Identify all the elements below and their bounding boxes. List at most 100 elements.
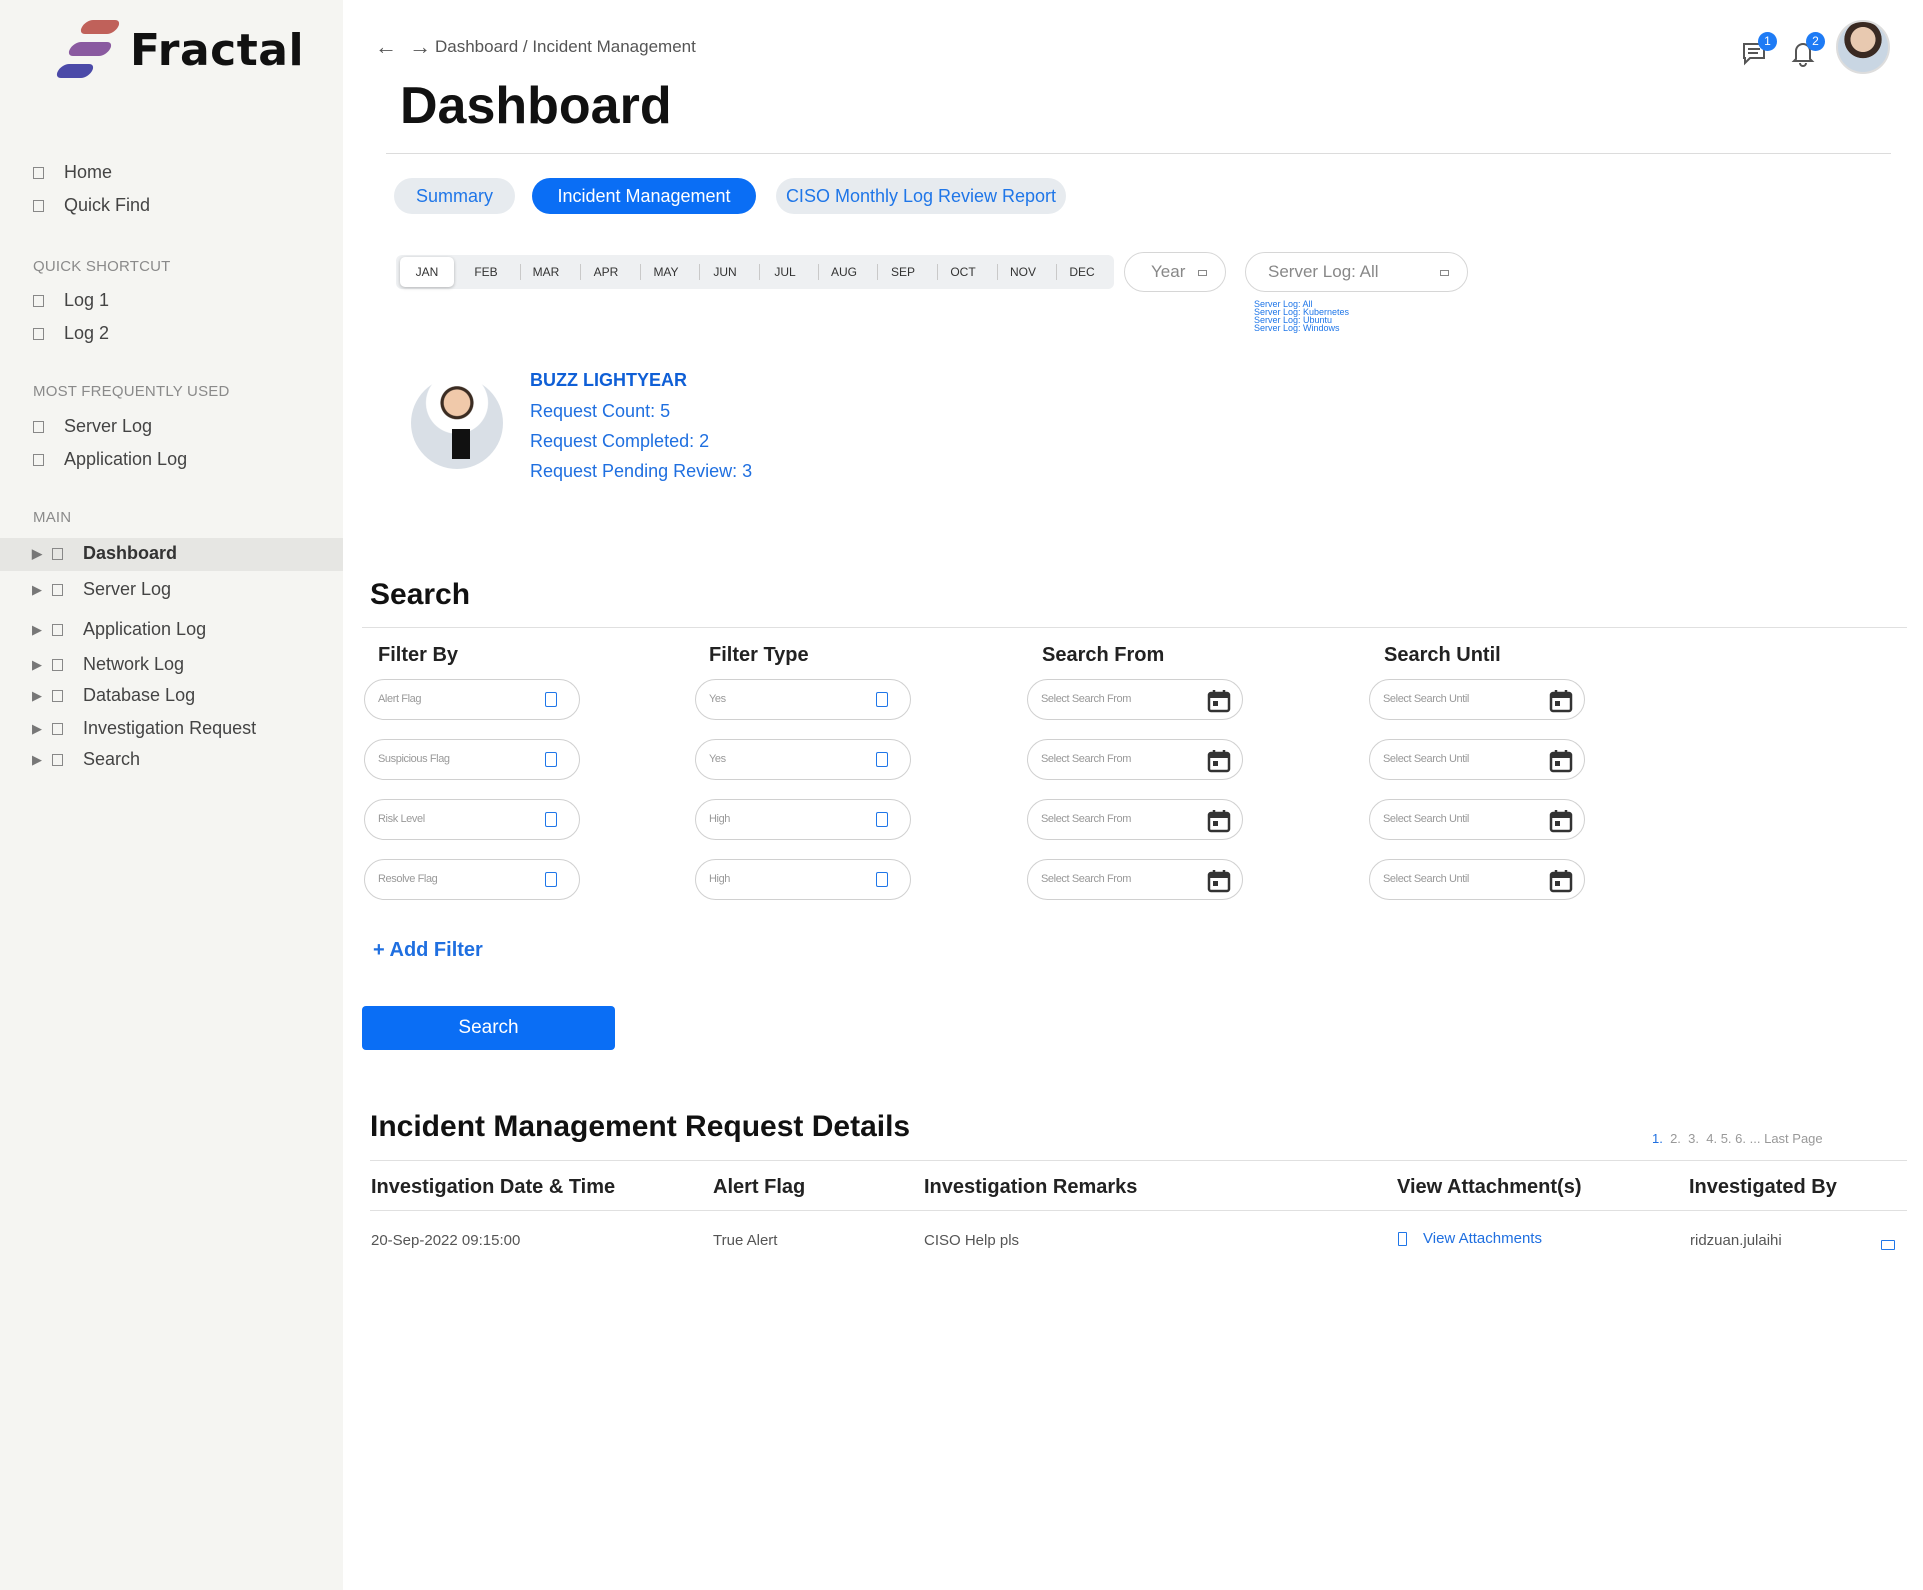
page-link[interactable]: 4. [1706,1131,1717,1146]
page-link[interactable]: 5. [1721,1131,1732,1146]
investigation-request-icon [52,722,63,735]
last-page-link[interactable]: ... Last Page [1750,1131,1823,1146]
expand-arrow-icon: ▶ [32,656,42,672]
dropdown-icon [545,692,557,707]
tab-summary[interactable]: Summary [394,178,515,214]
app-name: Fractal [130,24,305,76]
expand-arrow-icon: ▶ [32,621,42,637]
calendar-icon [1207,690,1231,713]
month-apr[interactable]: APR [582,255,630,289]
row-action-icon[interactable] [1881,1240,1895,1250]
history-nav: ← → [375,34,431,60]
month-sep-item[interactable]: SEP [879,255,927,289]
search-until-date[interactable]: Select Search Until [1369,739,1585,780]
quick-shortcut-heading: QUICK SHORTCUT [33,258,171,275]
column-header-investigated-by: Investigated By [1689,1176,1837,1198]
server-log-icon [52,583,63,596]
month-may[interactable]: MAY [642,255,690,289]
month-divider [818,264,819,280]
search-section-title: Search [370,578,471,611]
month-feb[interactable]: FEB [462,255,510,289]
search-button[interactable]: Search [362,1006,615,1050]
month-aug[interactable]: AUG [820,255,868,289]
search-icon [52,753,63,766]
home-icon [33,166,44,179]
filter-type-select[interactable]: Yes [695,739,911,780]
sidebar-item-application-log-shortcut[interactable]: Application Log [33,449,187,470]
add-filter-link[interactable]: + Add Filter [373,939,483,962]
dropdown-option[interactable]: Server Log: Windows [1254,324,1349,333]
page-link[interactable]: 2. [1670,1131,1681,1146]
breadcrumb[interactable]: Dashboard / Incident Management [435,37,696,57]
month-nov[interactable]: NOV [999,255,1047,289]
cell-alert-flag: True Alert [713,1232,778,1249]
view-attachments-link[interactable]: View Attachments [1398,1230,1542,1247]
profile-name: BUZZ LIGHTYEAR [530,370,687,390]
main-heading: MAIN [33,509,72,526]
sidebar-item-database-log[interactable]: ▶ Database Log [32,685,195,706]
month-dec[interactable]: DEC [1058,255,1106,289]
search-from-heading: Search From [1042,644,1165,666]
back-arrow-icon[interactable]: ← [375,34,397,59]
server-log-dropdown[interactable]: Server Log: All [1245,252,1468,292]
page-link[interactable]: 6. [1735,1131,1746,1146]
filter-by-select[interactable]: Alert Flag [364,679,580,720]
search-from-date[interactable]: Select Search From [1027,859,1243,900]
filter-by-select[interactable]: Suspicious Flag [364,739,580,780]
sidebar-item-network-log[interactable]: ▶ Network Log [32,654,184,675]
sidebar-item-dashboard[interactable]: ▶ Dashboard [32,543,177,564]
dropdown-icon [545,752,557,767]
sidebar-item-investigation-request[interactable]: ▶ Investigation Request [32,718,256,739]
dropdown-icon [876,812,888,827]
sidebar-item-application-log[interactable]: ▶ Application Log [32,619,206,640]
sidebar-item-server-log-shortcut[interactable]: Server Log [33,416,152,437]
user-avatar[interactable] [1836,20,1890,74]
dropdown-caret-icon [1198,270,1207,276]
sidebar-item-log-1[interactable]: Log 1 [33,290,109,311]
messages-button[interactable]: 1 [1740,32,1777,68]
filter-type-select[interactable]: Yes [695,679,911,720]
search-until-date[interactable]: Select Search Until [1369,799,1585,840]
sidebar-item-quick-find[interactable]: Quick Find [33,195,150,216]
cell-investigated-by: ridzuan.julaihi [1690,1232,1782,1249]
search-from-date[interactable]: Select Search From [1027,739,1243,780]
tab-ciso-monthly-report[interactable]: CISO Monthly Log Review Report [776,178,1066,214]
dropdown-caret-icon [1440,270,1449,276]
fractal-logo-icon [48,10,128,90]
notifications-badge: 2 [1806,32,1825,51]
notifications-button[interactable]: 2 [1788,32,1825,68]
sidebar-item-server-log[interactable]: ▶ Server Log [32,579,171,600]
year-dropdown[interactable]: Year [1124,252,1226,292]
search-until-date[interactable]: Select Search Until [1369,859,1585,900]
month-jan[interactable]: JAN [400,257,454,287]
page-link[interactable]: 1. [1652,1131,1663,1146]
page-link[interactable]: 3. [1688,1131,1699,1146]
month-oct[interactable]: OCT [939,255,987,289]
search-from-date[interactable]: Select Search From [1027,799,1243,840]
filter-type-select[interactable]: High [695,859,911,900]
server-log-icon [33,420,44,433]
month-jul[interactable]: JUL [761,255,809,289]
filter-by-select[interactable]: Risk Level [364,799,580,840]
search-until-date[interactable]: Select Search Until [1369,679,1585,720]
sidebar-item-log-2[interactable]: Log 2 [33,323,109,344]
expand-arrow-icon: ▶ [32,687,42,703]
log-icon [33,327,44,340]
filter-type-select[interactable]: High [695,799,911,840]
details-section-title: Incident Management Request Details [370,1110,911,1143]
month-jun[interactable]: JUN [701,255,749,289]
filter-by-select[interactable]: Resolve Flag [364,859,580,900]
tab-incident-management[interactable]: Incident Management [532,178,756,214]
search-from-date[interactable]: Select Search From [1027,679,1243,720]
app-logo[interactable]: Fractal [48,10,304,90]
sidebar-item-home[interactable]: Home [33,162,112,183]
column-header-remarks: Investigation Remarks [924,1176,1138,1198]
dropdown-icon [876,692,888,707]
sidebar-item-search[interactable]: ▶ Search [32,749,140,770]
search-until-heading: Search Until [1384,644,1501,666]
forward-arrow-icon[interactable]: → [409,34,431,59]
dropdown-icon [876,872,888,887]
filter-type-heading: Filter Type [709,644,809,666]
month-divider [759,264,760,280]
month-mar[interactable]: MAR [522,255,570,289]
